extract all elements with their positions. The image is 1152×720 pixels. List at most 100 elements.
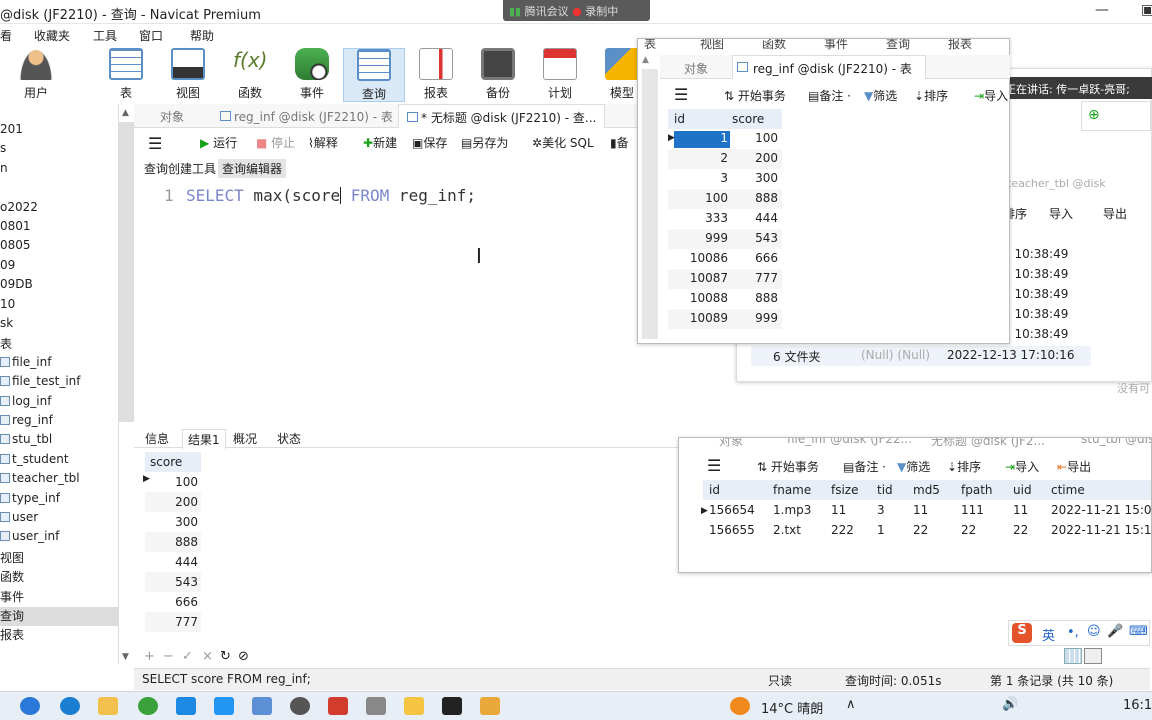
settings-icon[interactable] bbox=[290, 697, 310, 715]
reg-id-cell[interactable]: 10088 bbox=[674, 291, 730, 305]
toolbar-report-button[interactable]: 报表 bbox=[410, 48, 462, 102]
tree-item[interactable]: file_test_inf bbox=[0, 374, 80, 393]
reg-memo-button[interactable]: ▤备注 · bbox=[808, 87, 851, 104]
reg-score-cell[interactable]: 777 bbox=[732, 271, 778, 285]
back-import-button[interactable]: 导入 bbox=[1049, 205, 1073, 222]
tree-item[interactable]: file_inf bbox=[0, 355, 51, 374]
tree-item[interactable]: n bbox=[0, 161, 8, 180]
pen-tool-icon[interactable] bbox=[366, 697, 386, 715]
file-cell[interactable]: 1.mp3 bbox=[773, 503, 811, 517]
file-cell[interactable]: 11 bbox=[831, 503, 846, 517]
tree-item[interactable]: sk bbox=[0, 316, 13, 335]
file-sort-button[interactable]: ⇣排序 bbox=[947, 458, 981, 475]
result-cell[interactable]: 200 bbox=[145, 492, 201, 512]
tab-untitled-query[interactable]: * 无标题 @disk (JF2210) - 查... bbox=[398, 104, 606, 128]
reg-grid[interactable]: id score 1 100 2 200 3 300 100 888 333 444 999 543 100… bbox=[660, 109, 1010, 339]
clock[interactable]: 16:10 bbox=[1123, 698, 1152, 713]
reg-tab-objects[interactable]: 对象 bbox=[684, 60, 708, 77]
result-cell[interactable]: 444 bbox=[145, 552, 201, 572]
reg-score-cell[interactable]: 666 bbox=[732, 251, 778, 265]
reg-score-cell[interactable]: 888 bbox=[732, 291, 778, 305]
file-cell[interactable]: 22 bbox=[913, 523, 928, 537]
stop-button[interactable]: ■ 停止 bbox=[256, 134, 295, 151]
reg-begin-transaction-button[interactable]: ⇅ 开始事务 bbox=[724, 87, 786, 104]
toolbar-event-button[interactable]: 事件 bbox=[286, 48, 338, 102]
reg-menu-icon[interactable]: ☰ bbox=[674, 85, 688, 104]
run-button[interactable]: ▶ 运行 bbox=[200, 134, 237, 151]
toolbar-function-button[interactable]: f(x) 函数 bbox=[224, 48, 276, 102]
reg-id-cell[interactable]: 2 bbox=[674, 151, 730, 165]
search-app-icon[interactable] bbox=[176, 697, 196, 715]
backup-partial-button[interactable]: ▮备 bbox=[610, 134, 629, 151]
stop-loading-icon[interactable]: ⊘ bbox=[238, 649, 249, 664]
store-icon[interactable] bbox=[214, 697, 234, 715]
minimize-icon[interactable]: — bbox=[1095, 2, 1109, 18]
weather-icon[interactable] bbox=[730, 697, 750, 715]
tab-profile[interactable]: 概况 bbox=[228, 429, 262, 448]
add-button[interactable]: ⊕ bbox=[1081, 101, 1151, 131]
delete-record-icon[interactable]: − bbox=[163, 649, 174, 664]
back-tab-teacher[interactable]: teacher_tbl @disk bbox=[1007, 177, 1152, 193]
tab-query-editor[interactable]: 查询编辑器 bbox=[218, 159, 287, 178]
browser-icon[interactable] bbox=[60, 697, 80, 715]
back-time-cell[interactable]: 2 10:38:49 bbox=[1003, 247, 1068, 261]
tree-item[interactable]: 0805 bbox=[0, 238, 31, 257]
apply-icon[interactable]: ✓ bbox=[182, 649, 193, 664]
reg-column-header[interactable]: score bbox=[732, 112, 764, 126]
tree-item[interactable]: 表 bbox=[0, 335, 12, 354]
reg-id-cell[interactable]: 3 bbox=[674, 171, 730, 185]
punctuation-icon[interactable]: •, bbox=[1067, 625, 1079, 640]
file-column-header[interactable]: fsize bbox=[831, 483, 859, 497]
toolbar-view-button[interactable]: 视图 bbox=[162, 48, 214, 102]
file-column-header[interactable]: tid bbox=[877, 483, 893, 497]
tab-objects[interactable]: 对象 bbox=[152, 104, 192, 128]
reg-id-cell[interactable]: 10087 bbox=[674, 271, 730, 285]
tab-query-builder[interactable]: 查询创建工具 bbox=[140, 159, 220, 178]
tab-reg-inf-table[interactable]: reg_inf @disk (JF2210) - 表 bbox=[212, 104, 401, 128]
sql-editor[interactable]: 1 SELECT max(score FROM reg_inf; bbox=[134, 179, 637, 424]
file-column-header[interactable]: md5 bbox=[913, 483, 940, 497]
add-record-icon[interactable]: + bbox=[144, 649, 155, 664]
tree-item[interactable]: 09 bbox=[0, 258, 15, 277]
file-inf-window[interactable]: 对象 file_inf @disk (JF22... 无标题 @disk (JF… bbox=[678, 437, 1152, 573]
file-cell[interactable]: 156654 bbox=[709, 503, 755, 517]
file-cell[interactable]: 22 bbox=[961, 523, 976, 537]
menu-icon[interactable]: ☰ bbox=[148, 134, 162, 153]
scroll-down-icon[interactable]: ▼ bbox=[122, 652, 129, 662]
file-explorer-icon[interactable] bbox=[98, 697, 118, 715]
result-cell[interactable]: 100 bbox=[145, 472, 201, 492]
ie-icon[interactable] bbox=[138, 697, 158, 715]
explain-button[interactable]: ⌇解释 bbox=[308, 134, 338, 151]
navicat-icon[interactable] bbox=[404, 697, 424, 715]
tree-item[interactable]: 0801 bbox=[0, 219, 31, 238]
file-filter-button[interactable]: ▼筛选 bbox=[897, 458, 930, 475]
refresh-icon[interactable]: ↻ bbox=[220, 649, 231, 664]
result-cell[interactable]: 666 bbox=[145, 592, 201, 612]
save-as-button[interactable]: ▤另存为 bbox=[461, 134, 508, 151]
menu-window[interactable]: 窗口 bbox=[139, 27, 163, 44]
file-cell[interactable]: 2022-11-21 15:10 bbox=[1051, 523, 1152, 537]
reg-id-cell[interactable]: 999 bbox=[674, 231, 730, 245]
tree-item[interactable]: reg_inf bbox=[0, 413, 53, 432]
reg-import-button[interactable]: ⇥导入 bbox=[974, 87, 1008, 104]
save-button[interactable]: ▣保存 bbox=[412, 134, 447, 151]
back-time-cell[interactable]: 2 10:38:49 bbox=[1003, 287, 1068, 301]
volume-icon[interactable]: 🔊 bbox=[1002, 697, 1018, 712]
toolbar-user-button[interactable]: 用户 bbox=[10, 48, 62, 102]
meeting-indicator[interactable]: ▮▮ 腾讯会议 ● 录制中 bbox=[503, 0, 650, 21]
file-column-header[interactable]: fpath bbox=[961, 483, 993, 497]
toolbar-backup-button[interactable]: 备份 bbox=[472, 48, 524, 102]
ime-lang[interactable]: 英 bbox=[1042, 625, 1055, 644]
tree-item[interactable]: 事件 bbox=[0, 588, 24, 607]
file-cell[interactable]: 11 bbox=[913, 503, 928, 517]
file-cell[interactable]: 156655 bbox=[709, 523, 755, 537]
menu-help[interactable]: 帮助 bbox=[190, 27, 214, 44]
file-cell[interactable]: 2.txt bbox=[773, 523, 801, 537]
file-column-header[interactable]: fname bbox=[773, 483, 811, 497]
weather-text[interactable]: 14°C 晴朗 bbox=[761, 698, 823, 717]
form-view-icon[interactable] bbox=[1084, 648, 1102, 664]
reg-sort-button[interactable]: ⇣排序 bbox=[914, 87, 948, 104]
tree-item[interactable]: 201 bbox=[0, 122, 23, 141]
result-cell[interactable]: 777 bbox=[145, 612, 201, 632]
ime-toolbar[interactable]: S 英 •, ☺ 🎤 ⌨ bbox=[1008, 620, 1150, 646]
